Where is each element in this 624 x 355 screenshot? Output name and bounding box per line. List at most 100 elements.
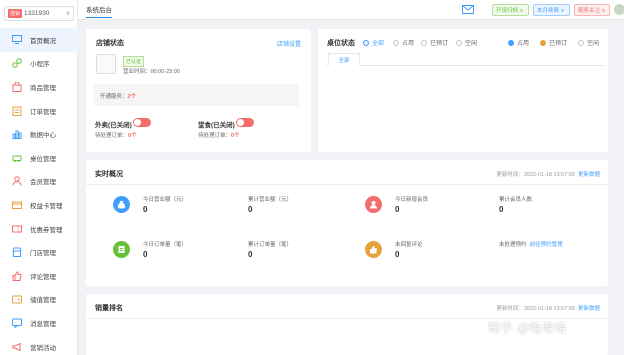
bar-chart-icon [11,129,22,140]
stat-label: 未处理预约 前往预约管理 [499,242,563,248]
takeout-toggle[interactable] [133,118,151,127]
user-icon [11,176,22,187]
archive-dropdown[interactable]: 开设归档 ∨ [492,4,529,16]
campaign-icon [11,341,22,352]
sidebar-item-coupons[interactable]: 优惠券管理 [0,217,78,241]
sidebar-item-miniprogram[interactable]: 小程序 [0,52,78,76]
avatar[interactable] [614,4,624,15]
sidebar-item-data-center[interactable]: 数据中心 [0,122,78,146]
renewal-dropdown[interactable]: 本月续费 ∨ [533,4,570,16]
stat-value: 0 [143,205,148,214]
monitor-icon [11,34,22,45]
ranking-update: 更新时间：2022-01-18 13:57:55 更新数据 [496,306,600,312]
store-selector[interactable]: 连锁 1331930 ∨ [4,6,74,21]
divider [86,184,608,185]
sidebar-item-label: 桌位管理 [30,155,56,163]
stat-value: 0 [143,250,148,259]
takeout-pending: 待处理订单：0个 [95,133,137,139]
sidebar-item-label: 订单管理 [30,108,56,116]
sidebar-item-label: 门店管理 [30,250,56,258]
legend-dot [540,39,546,46]
legend-free: 空闲 [578,38,599,47]
filter-occupied[interactable]: 占用 [393,38,414,47]
sidebar-item-label: 评论管理 [30,273,56,281]
stat-label: 今日新增会员 [395,197,429,203]
service-dropdown[interactable]: 服务关注 ∨ [574,4,610,16]
dine-in-toggle[interactable] [236,118,254,127]
shop-logo-placeholder [96,54,116,74]
sidebar-item-label: 小程序 [30,61,50,69]
order-doc-icon [113,241,130,258]
money-bag-icon [113,196,130,213]
stat-label: 今日订单量（笔） [143,242,188,248]
services-box: 开通服务：2个 [94,84,299,106]
card-icon [11,199,22,210]
thumb-icon [11,270,22,281]
sidebar-item-campaigns[interactable]: 营销活动 [0,335,78,355]
sidebar-item-products[interactable]: 商品管理 [0,75,78,99]
business-hours: 营业时间：00:00-23:00 [123,69,180,75]
dine-in-label: 堂食(已关闭) [198,122,235,129]
radio-icon [393,39,399,46]
sales-ranking-title: 销量排名 [95,305,123,312]
legend-dot [578,39,584,46]
store-id: 1331930 [24,10,50,17]
shop-status-title: 店铺状态 [96,40,124,47]
refresh-link[interactable]: 更新数据 [578,172,600,178]
radio-icon [456,39,462,46]
store-icon [11,247,22,258]
legend-occupied: 占用 [508,38,529,47]
tab-system-backend[interactable]: 系统后台 [86,4,112,18]
table-status-card: 桌位状态 全部 占用 已预订 空闲 占用 已预订 空闲 全部 [318,29,608,152]
sidebar-item-reviews[interactable]: 评论管理 [0,264,78,288]
legend-reserved: 已预订 [540,38,567,47]
tab-all[interactable]: 全部 [328,53,360,66]
wallet-icon [11,294,22,305]
table-status-title: 桌位状态 [327,40,355,47]
stat-value: 0 [499,205,504,214]
sidebar-item-tables[interactable]: 桌位管理 [0,146,78,170]
car-icon [11,152,22,163]
sidebar-item-members[interactable]: 会员管理 [0,170,78,194]
shop-status-card: 店铺状态 店铺设置 已认证 营业时间：00:00-23:00 开通服务：2个 外… [86,29,311,152]
sidebar-item-label: 权益卡管理 [30,202,63,210]
sidebar-item-label: 商品管理 [30,84,56,92]
stat-label: 累计订单量（笔） [248,242,293,248]
shop-settings-link[interactable]: 店铺设置 [277,39,301,48]
mail-icon[interactable] [462,5,474,16]
stat-label: 累计营业额（元） [248,197,293,203]
link-icon [11,58,22,69]
sidebar-item-orders[interactable]: 订单管理 [0,99,78,123]
sidebar-item-stores[interactable]: 门店管理 [0,240,78,264]
stat-value: 0 [248,250,253,259]
stat-value: 0 [395,250,400,259]
radio-checked-icon [363,39,369,46]
filter-all[interactable]: 全部 [363,38,384,47]
chevron-down-icon: ∨ [65,11,70,17]
thumbs-up-icon [365,241,382,258]
stat-label: 未回复评论 [395,242,423,248]
booking-manage-link[interactable]: 前往预约管理 [530,242,563,248]
realtime-title: 实时概况 [95,171,123,178]
filter-free[interactable]: 空闲 [456,38,477,47]
refresh-link[interactable]: 更新数据 [578,306,600,312]
verified-badge: 已认证 [123,56,145,67]
sidebar-item-label: 消息管理 [30,320,56,328]
top-bar: 系统后台 开设归档 ∨ 本月续费 ∨ 服务关注 ∨ [78,0,624,20]
realtime-update: 更新时间：2022-01-18 13:57:55 更新数据 [496,172,600,178]
store-tag: 连锁 [8,9,23,18]
sidebar-item-dashboard[interactable]: 首页概况 [0,28,78,52]
stat-value: 0 [395,205,400,214]
filter-reserved[interactable]: 已预订 [421,38,448,47]
sidebar-item-messages[interactable]: 消息管理 [0,311,78,335]
sidebar-item-label: 储值管理 [30,297,56,305]
message-icon [11,317,22,328]
sidebar-item-label: 首页概况 [30,37,56,45]
sidebar: 连锁 1331930 ∨ 首页概况 小程序 商品管理 订单管理 数据中心 桌位管… [0,0,78,355]
sidebar-item-stored-value[interactable]: 储值管理 [0,288,78,312]
stat-label: 累计会员人数 [499,197,533,203]
sidebar-item-benefit-cards[interactable]: 权益卡管理 [0,193,78,217]
watermark: 知乎 @哈哈哈 [488,321,568,335]
member-icon [365,196,382,213]
legend-dot [508,39,514,46]
